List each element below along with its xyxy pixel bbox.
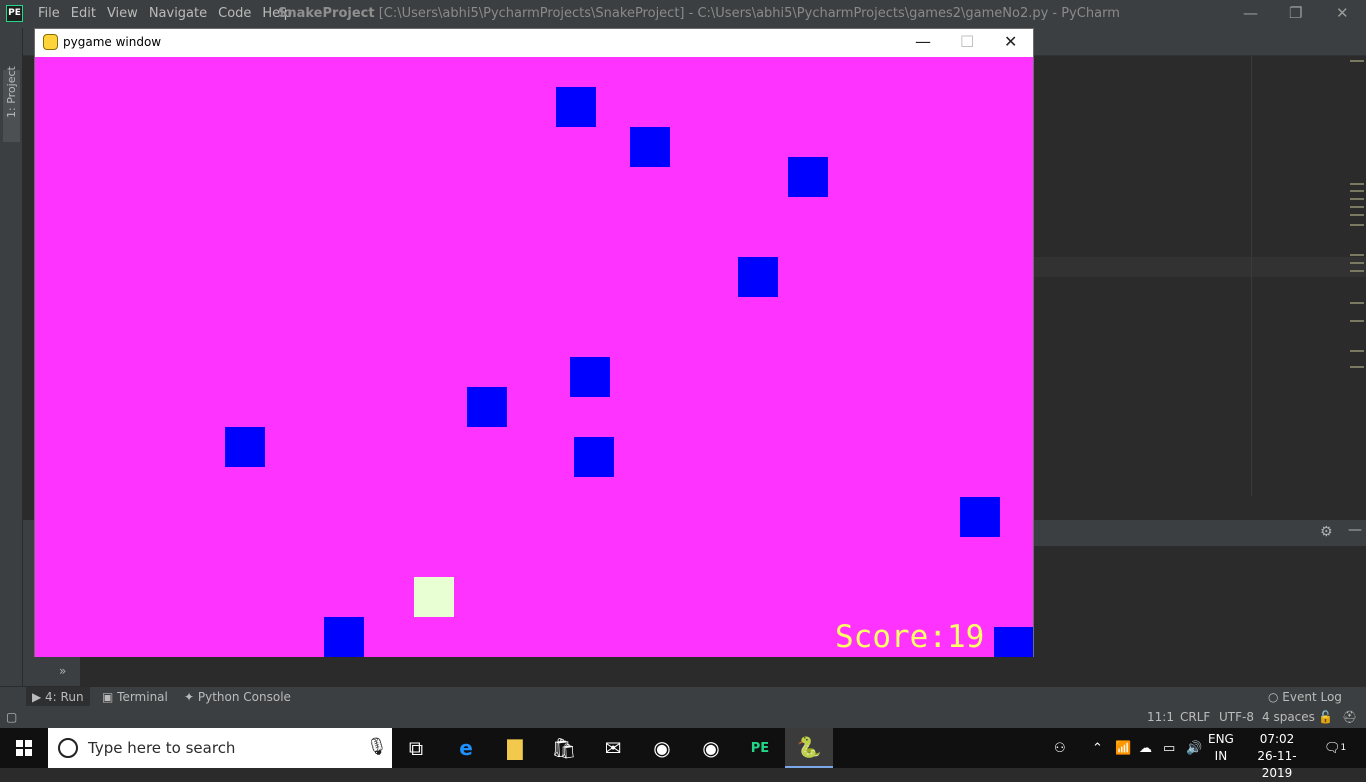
obstacle-block <box>556 87 596 127</box>
menu-edit[interactable]: Edit <box>71 6 96 21</box>
menu-file[interactable]: File <box>38 6 60 21</box>
indent-setting[interactable]: 4 spaces <box>1262 710 1315 724</box>
obstacle-block <box>570 357 610 397</box>
obstacle-block <box>574 437 614 477</box>
obstacle-block <box>324 617 364 657</box>
task-view-icon[interactable]: ⧉ <box>392 728 440 768</box>
minimize-icon[interactable]: — <box>1243 4 1258 22</box>
settings-gear-icon[interactable]: ⚙ <box>1320 524 1333 540</box>
pygame-window-title: pygame window <box>63 35 162 49</box>
chrome-icon[interactable]: ◉ <box>638 728 686 768</box>
tool-window-bar: ▶ 4: Run ▣ Terminal ✦ Python Console ○ E… <box>0 686 1366 708</box>
restore-icon[interactable]: ❐ <box>1289 4 1302 22</box>
window-title: SnakeProject [C:\Users\abhi5\PycharmProj… <box>278 6 1120 21</box>
language-indicator[interactable]: ENG IN <box>1208 731 1234 765</box>
start-button[interactable] <box>0 728 48 768</box>
tab-event-log[interactable]: ○ Event Log <box>1262 690 1348 704</box>
score-display: Score:19 <box>835 619 985 655</box>
layout-icon[interactable]: ▢ <box>6 710 17 724</box>
obstacle-block <box>467 387 507 427</box>
obstacle-block <box>630 127 670 167</box>
right-margin-guide <box>1251 56 1252 496</box>
edge-icon[interactable]: e <box>442 728 490 768</box>
microphone-icon[interactable]: 🎙 <box>366 737 388 757</box>
lang-top: ENG <box>1208 732 1234 746</box>
obstacle-block <box>225 427 265 467</box>
inspector-icon[interactable]: ⛑ <box>1342 710 1357 724</box>
file-encoding[interactable]: UTF-8 <box>1219 710 1254 724</box>
pygame-maximize-icon[interactable]: ☐ <box>960 32 974 51</box>
clock-time: 07:02 <box>1259 732 1295 746</box>
store-icon[interactable]: 🛍 <box>540 728 588 768</box>
battery-icon[interactable]: ▭ <box>1163 728 1175 768</box>
pygame-close-icon[interactable]: ✕ <box>1004 32 1017 51</box>
tab-run[interactable]: ▶ 4: Run <box>26 687 90 706</box>
windows-logo-icon <box>16 740 32 756</box>
tab-event-log-label: Event Log <box>1282 690 1342 704</box>
project-tab-label: 1: Project <box>5 66 18 118</box>
tab-python-console[interactable]: ✦ Python Console <box>178 690 297 704</box>
snake-food <box>414 577 454 617</box>
system-clock[interactable]: 07:02 26-11-2019 <box>1245 731 1309 782</box>
people-icon[interactable]: ⚇ <box>1054 728 1066 768</box>
chrome-profile-icon[interactable]: ◉ <box>687 728 735 768</box>
lock-icon[interactable]: 🔓 <box>1318 710 1333 724</box>
pygame-minimize-icon[interactable]: — <box>915 32 931 51</box>
pygame-taskbar-icon[interactable]: 🐍 <box>785 728 833 768</box>
pygame-titlebar: pygame window — ☐ ✕ <box>35 29 1033 57</box>
tab-terminal-label: Terminal <box>117 690 168 704</box>
ide-titlebar: PE File Edit View Navigate Code Help Sna… <box>0 0 1366 28</box>
menu-navigate[interactable]: Navigate <box>149 6 207 21</box>
mail-icon[interactable]: ✉ <box>589 728 637 768</box>
notification-count: 1 <box>1340 743 1347 753</box>
menu-bar: File Edit View Navigate Code Help <box>38 6 303 21</box>
title-path: [C:\Users\abhi5\PycharmProjects\SnakePro… <box>378 6 1120 21</box>
caret-position[interactable]: 11:1 <box>1147 710 1174 724</box>
more-icon[interactable]: » <box>59 664 66 678</box>
left-tool-strip: 1: Project <box>0 28 23 688</box>
file-explorer-icon[interactable]: ▇ <box>491 728 539 768</box>
status-bar: ▢ 11:1 CRLF UTF-8 4 spaces 🔓 ⛑ <box>0 708 1366 728</box>
search-placeholder: Type here to search <box>88 739 236 757</box>
project-name: SnakeProject <box>278 6 375 21</box>
show-hidden-icons-icon[interactable]: ⌃ <box>1092 728 1103 768</box>
onedrive-icon[interactable]: ☁ <box>1139 728 1152 768</box>
current-line-highlight <box>1034 257 1366 277</box>
menu-code[interactable]: Code <box>218 6 251 21</box>
taskbar-search[interactable]: Type here to search 🎙 <box>48 728 392 768</box>
lang-bottom: IN <box>1214 749 1228 763</box>
tab-run-label: 4: Run <box>45 690 84 704</box>
volume-icon[interactable]: 🔊 <box>1186 728 1202 768</box>
cortana-icon <box>58 738 78 758</box>
menu-view[interactable]: View <box>107 6 138 21</box>
game-canvas[interactable]: Score:19 <box>35 57 1033 657</box>
tab-python-console-label: Python Console <box>197 690 291 704</box>
obstacle-block <box>738 257 778 297</box>
tab-terminal[interactable]: ▣ Terminal <box>96 690 174 704</box>
obstacle-block <box>960 497 1000 537</box>
pycharm-taskbar-icon[interactable]: PE <box>736 728 784 768</box>
obstacle-block <box>994 627 1033 657</box>
obstacle-block <box>788 157 828 197</box>
hide-panel-icon[interactable]: — <box>1348 522 1362 538</box>
close-icon[interactable]: ✕ <box>1336 4 1349 22</box>
line-separator[interactable]: CRLF <box>1180 710 1210 724</box>
clock-date: 26-11-2019 <box>1257 749 1297 780</box>
wifi-icon[interactable]: 📶 <box>1115 728 1131 768</box>
windows-taskbar: Type here to search 🎙 ⧉ e ▇ 🛍 ✉ ◉ ◉ PE 🐍… <box>0 728 1366 780</box>
pycharm-logo-icon: PE <box>6 5 23 22</box>
pygame-snake-icon <box>43 34 58 50</box>
action-center-icon[interactable]: 🗨 1 <box>1324 728 1346 768</box>
pygame-window: pygame window — ☐ ✕ Score:19 <box>34 28 1034 657</box>
